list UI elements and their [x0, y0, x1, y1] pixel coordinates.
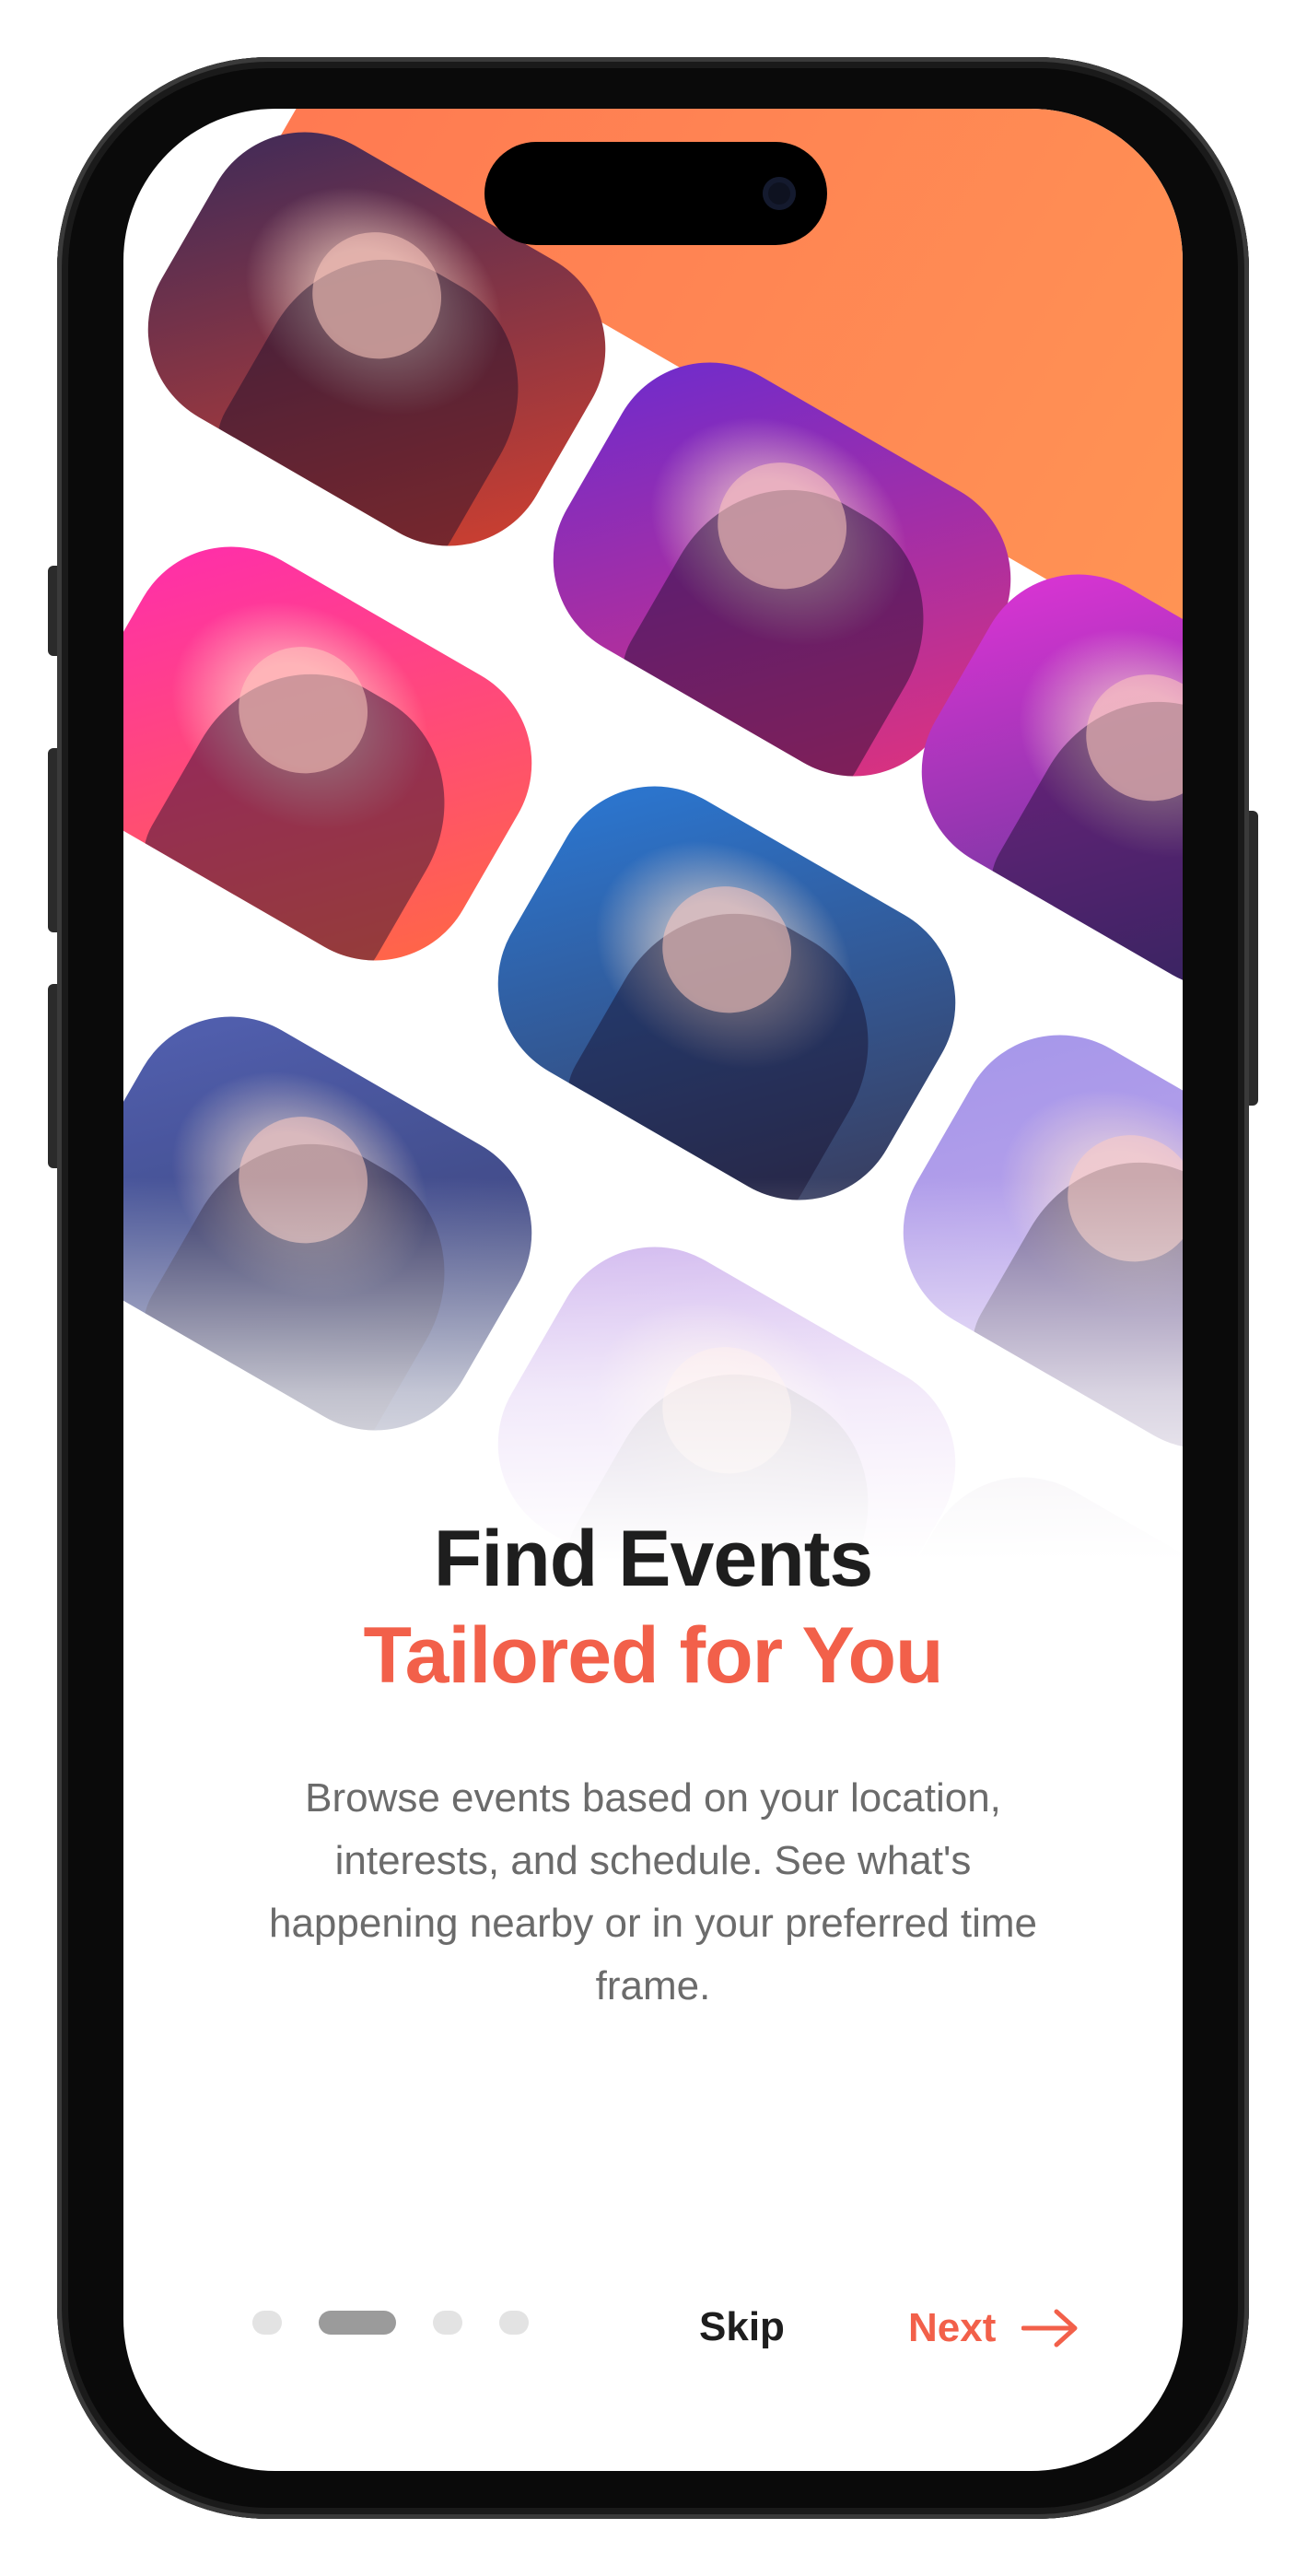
- title-line-2-accent: Tailored for You: [363, 1611, 943, 1700]
- camera-icon: [763, 177, 796, 210]
- page-dot[interactable]: [252, 2311, 282, 2335]
- page-dot-active[interactable]: [319, 2311, 396, 2335]
- skip-button[interactable]: Skip: [699, 2304, 785, 2350]
- onboarding-screen: Find Events Tailored for You Browse even…: [123, 109, 1183, 2471]
- description-text: Browse events based on your location, in…: [268, 1775, 1038, 2008]
- hero-photo: [123, 509, 569, 998]
- title-line-1: Find Events: [433, 1515, 873, 1603]
- dynamic-island: [484, 142, 827, 245]
- next-label: Next: [908, 2305, 997, 2350]
- page-dot[interactable]: [433, 2311, 462, 2335]
- next-button[interactable]: Next: [908, 2304, 1079, 2352]
- page-dot[interactable]: [499, 2311, 529, 2335]
- arrow-right-icon: [1021, 2309, 1078, 2348]
- hero-photo-collage: [123, 109, 1183, 1620]
